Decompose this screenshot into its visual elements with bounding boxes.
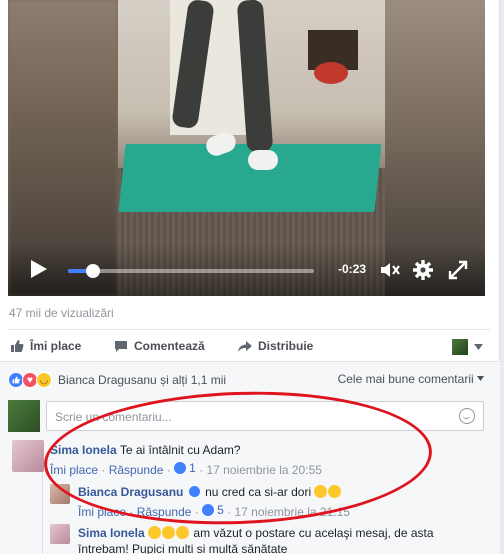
shoe-right [248,150,278,170]
comment-sort-dropdown[interactable]: Cele mai bune comentarii [338,372,484,386]
like-button[interactable]: Îmi place [10,339,81,353]
sort-label: Cele mai bune comentarii [337,372,474,386]
reply-author[interactable]: Sima Ionela [78,526,145,540]
post-actions-bar: Îmi place Comentează Distribuie [8,329,490,361]
comment-avatar[interactable] [12,440,44,472]
post-as-selector[interactable] [452,339,483,355]
comment-bubble-icon [115,340,127,352]
post-card: -0:23 47 mii de vizualizări Îmi place Co… [0,0,500,554]
laughing-emoji-icon [148,526,162,539]
thumbs-up-icon [11,340,24,352]
share-arrow-icon [238,340,252,352]
settings-gear-icon[interactable] [410,257,436,283]
share-button[interactable]: Distribuie [238,339,313,353]
page-avatar [452,339,468,355]
progress-track[interactable] [68,264,314,278]
thread-divider [42,472,43,554]
emoji-smile-icon[interactable] [459,408,475,424]
laughing-emoji-icon [176,526,190,539]
like-label: Îmi place [30,339,82,353]
chevron-down-icon [477,376,484,381]
view-count: 47 mii de vizualizări [9,306,114,320]
expand-arrows-icon [448,260,468,280]
exercise-ball [314,62,348,84]
time-remaining: -0:23 [338,262,367,276]
fullscreen-icon[interactable] [446,258,470,282]
laughing-emoji-icon [162,526,176,539]
progress-knob[interactable] [85,264,100,278]
reply-avatar[interactable] [50,524,70,544]
comment-label: Comentează [134,339,205,353]
user-avatar [8,400,40,432]
reply-text: am văzut o postare cu acelaşi mesaj, de … [193,526,434,540]
reactors-text: Bianca Dragusanu și alți 1,1 mii [58,373,227,387]
gear-icon [413,260,433,280]
play-icon[interactable] [28,256,50,282]
share-label: Distribuie [258,339,314,353]
reply-body-line2: întrebam! Pupici multi si multă sănătate [78,542,287,554]
haha-reaction-icon: ◡ [36,372,52,388]
speaker-muted-icon [381,263,400,277]
reply-body: Sima Ionela am văzut o postare cu acelaş… [78,526,434,540]
reactions-summary[interactable]: ♥ ◡ Bianca Dragusanu și alți 1,1 mii Cel… [8,371,492,389]
video-player[interactable]: -0:23 [8,0,485,296]
comment-button[interactable]: Comentează [114,339,205,353]
video-controls: -0:23 [8,244,485,296]
chevron-down-icon [474,344,483,350]
reply-text-continued: întrebam! Pupici multi si multă sănătate [78,542,288,554]
mute-icon[interactable] [378,259,402,281]
